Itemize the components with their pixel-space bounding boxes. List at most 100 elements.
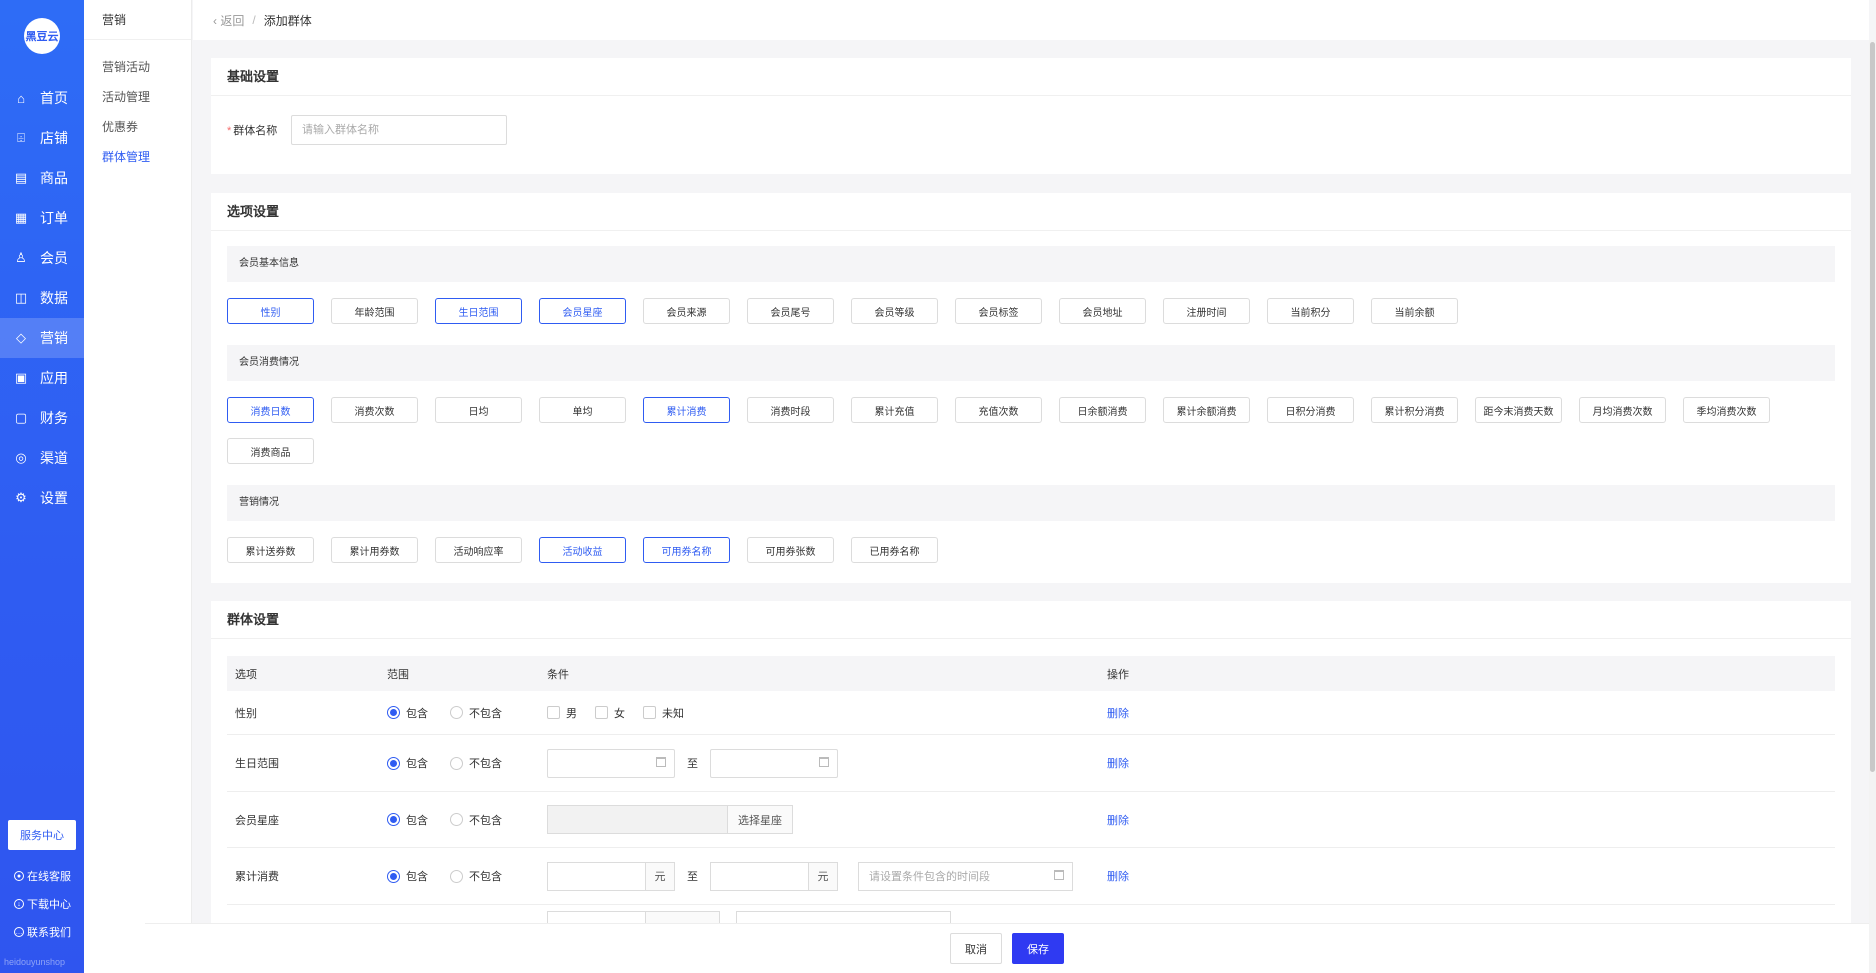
scrollbar-thumb[interactable]: [1870, 42, 1875, 772]
subnav-item-activity-management[interactable]: 活动管理: [84, 82, 191, 112]
option-tag[interactable]: 活动响应率: [435, 537, 522, 563]
include-radio[interactable]: 包含: [387, 755, 428, 771]
home-icon: ⌂: [17, 90, 25, 106]
option-tag[interactable]: 可用券张数: [747, 537, 834, 563]
include-radio[interactable]: 包含: [387, 705, 428, 721]
option-tag[interactable]: 季均消费次数: [1683, 397, 1770, 423]
delete-button[interactable]: 删除: [1107, 758, 1129, 770]
birthday-end-date[interactable]: [710, 748, 838, 778]
nav-item-7[interactable]: ▣ 应用: [0, 358, 84, 398]
gender-male-checkbox[interactable]: 男: [547, 705, 577, 721]
option-tag[interactable]: 累计用券数: [331, 537, 418, 563]
gender-female-checkbox[interactable]: 女: [595, 705, 625, 721]
option-tag[interactable]: 会员来源: [643, 298, 730, 324]
option-tag[interactable]: 累计积分消费: [1371, 397, 1458, 423]
group-marketing: 营销情况: [227, 485, 1835, 521]
nav-item-2[interactable]: ▤ 商品: [0, 158, 84, 198]
delete-button[interactable]: 删除: [1107, 871, 1129, 883]
nav-label: 商品: [40, 170, 68, 186]
option-tag[interactable]: 消费次数: [331, 397, 418, 423]
nav-item-1[interactable]: ⌹ 店铺: [0, 118, 84, 158]
spend-min-input[interactable]: [547, 861, 645, 891]
calendar-icon: [1054, 869, 1064, 880]
contact-us-link[interactable]: … 联系我们: [14, 924, 71, 940]
subnav-item-coupons[interactable]: 优惠券: [84, 112, 191, 142]
nav-label: 数据: [40, 290, 68, 306]
group-member-basic: 会员基本信息: [227, 246, 1835, 282]
option-tag[interactable]: 性别: [227, 298, 314, 324]
nav-item-6[interactable]: ◇ 营销: [0, 318, 84, 358]
online-service-link[interactable]: ● 在线客服: [14, 868, 71, 884]
option-tag[interactable]: 已用券名称: [851, 537, 938, 563]
nav-item-5[interactable]: ◫ 数据: [0, 278, 84, 318]
exclude-radio[interactable]: 不包含: [450, 868, 502, 884]
cancel-button[interactable]: 取消: [950, 933, 1002, 964]
chat-icon: …: [14, 927, 24, 937]
option-tag[interactable]: 当前积分: [1267, 298, 1354, 324]
exclude-radio[interactable]: 不包含: [450, 812, 502, 828]
zodiac-input: [547, 805, 727, 834]
form-footer: 取消 保存: [145, 923, 1869, 973]
group-settings-card: 群体设置 选项 范围 条件 操作 性别 包含 不包含 男 女 未知 删除 生日范…: [211, 601, 1851, 931]
order-icon: ▦: [14, 210, 28, 225]
download-center-link[interactable]: ↓ 下载中心: [14, 896, 71, 912]
table-row: 会员星座 包含 不包含 选择星座 删除: [227, 792, 1835, 848]
range-to-label: 至: [687, 758, 698, 770]
subnav-item-group-management[interactable]: 群体管理: [84, 142, 191, 172]
spend-max-input[interactable]: [710, 861, 808, 891]
option-tag[interactable]: 累计送券数: [227, 537, 314, 563]
option-tag[interactable]: 累计消费: [643, 397, 730, 423]
option-tag[interactable]: 可用券名称: [643, 537, 730, 563]
option-tag[interactable]: 当前余额: [1371, 298, 1458, 324]
option-tag[interactable]: 会员星座: [539, 298, 626, 324]
brand-footer: heidouyunshop: [4, 957, 66, 967]
option-tag[interactable]: 会员等级: [851, 298, 938, 324]
include-radio[interactable]: 包含: [387, 868, 428, 884]
group-name-field: * 群体名称: [227, 115, 507, 145]
birthday-start-date[interactable]: [547, 748, 675, 778]
nav-item-8[interactable]: ▢ 财务: [0, 398, 84, 438]
save-button[interactable]: 保存: [1012, 933, 1064, 964]
option-tag[interactable]: 活动收益: [539, 537, 626, 563]
spend-time-range-input[interactable]: 请设置条件包含的时间段: [858, 861, 1073, 891]
select-zodiac-button[interactable]: 选择星座: [727, 805, 793, 834]
page-scrollbar[interactable]: [1869, 40, 1876, 973]
option-tag[interactable]: 生日范围: [435, 298, 522, 324]
option-tag[interactable]: 累计余额消费: [1163, 397, 1250, 423]
option-tag[interactable]: 日积分消费: [1267, 397, 1354, 423]
back-link[interactable]: ‹ 返回: [213, 12, 244, 29]
exclude-radio[interactable]: 不包含: [450, 705, 502, 721]
option-tag[interactable]: 消费日数: [227, 397, 314, 423]
option-tag[interactable]: 单均: [539, 397, 626, 423]
service-center-button[interactable]: 服务中心: [8, 820, 76, 850]
option-tag[interactable]: 月均消费次数: [1579, 397, 1666, 423]
gender-unknown-checkbox[interactable]: 未知: [643, 705, 684, 721]
nav-item-3[interactable]: ▦ 订单: [0, 198, 84, 238]
include-radio[interactable]: 包含: [387, 812, 428, 828]
group-name-input[interactable]: [291, 115, 507, 145]
option-tag[interactable]: 消费时段: [747, 397, 834, 423]
nav-item-0[interactable]: ⌂ 首页: [0, 78, 84, 118]
nav-item-10[interactable]: ⚙ 设置: [0, 478, 84, 518]
option-tag[interactable]: 日均: [435, 397, 522, 423]
option-tag[interactable]: 会员标签: [955, 298, 1042, 324]
breadcrumb-current: 添加群体: [263, 13, 312, 28]
tags-member-spending: 消费日数 消费次数 日均 单均 累计消费 消费时段 累计充值 充值次数 日余额消费 累计余额消费日…: [227, 397, 1835, 464]
option-tag[interactable]: 会员地址: [1059, 298, 1146, 324]
option-tag[interactable]: 消费商品: [227, 438, 314, 464]
nav-item-4[interactable]: ♙ 会员: [0, 238, 84, 278]
delete-button[interactable]: 删除: [1107, 815, 1129, 827]
exclude-radio[interactable]: 不包含: [450, 755, 502, 771]
group-settings-title: 群体设置: [211, 601, 1851, 639]
option-tag[interactable]: 年龄范围: [331, 298, 418, 324]
breadcrumb: ‹ 返回 / 添加群体: [193, 0, 1869, 40]
option-tag[interactable]: 距今末消费天数: [1475, 397, 1562, 423]
delete-button[interactable]: 删除: [1107, 708, 1129, 720]
option-tag[interactable]: 日余额消费: [1059, 397, 1146, 423]
subnav-item-marketing-activities[interactable]: 营销活动: [84, 52, 191, 82]
nav-item-9[interactable]: ◎ 渠道: [0, 438, 84, 478]
option-tag[interactable]: 注册时间: [1163, 298, 1250, 324]
option-tag[interactable]: 充值次数: [955, 397, 1042, 423]
option-tag[interactable]: 累计充值: [851, 397, 938, 423]
option-tag[interactable]: 会员尾号: [747, 298, 834, 324]
